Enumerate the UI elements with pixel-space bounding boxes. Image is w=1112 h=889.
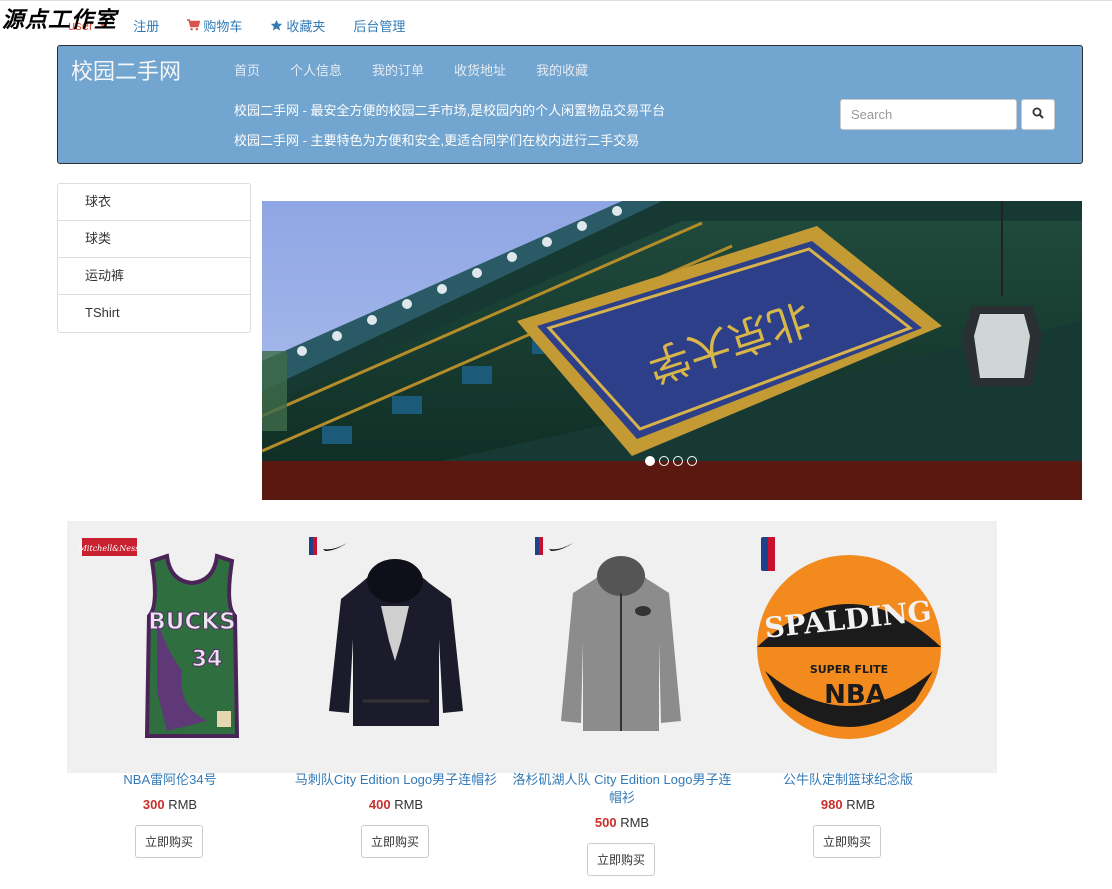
nba-nike-logo xyxy=(309,537,347,555)
search-icon xyxy=(1032,107,1044,122)
nav-address[interactable]: 收货地址 xyxy=(454,60,506,79)
price-currency: RMB xyxy=(394,797,424,812)
buy-now-button[interactable]: 立即购买 xyxy=(587,843,655,876)
nba-logo xyxy=(761,537,775,571)
product-price: 400 RMB xyxy=(283,797,509,812)
search-input[interactable] xyxy=(840,99,1017,130)
product-name[interactable]: NBA雷阿伦34号 xyxy=(57,771,283,789)
category-item[interactable]: 运动裤 xyxy=(58,258,250,295)
star-icon xyxy=(270,19,283,32)
nav-profile[interactable]: 个人信息 xyxy=(290,60,342,79)
ball-logo: NBA xyxy=(824,680,886,710)
product-price: 500 RMB xyxy=(509,815,735,830)
category-item[interactable]: 球类 xyxy=(58,221,250,258)
site-banner: 校园二手网 首页 个人信息 我的订单 收货地址 我的收藏 校园二手网 - 最安全… xyxy=(57,45,1083,164)
favorites-link[interactable]: 收藏夹 xyxy=(270,16,325,35)
carousel-dot[interactable] xyxy=(659,456,669,466)
carousel-dot[interactable] xyxy=(645,456,655,466)
category-item[interactable]: TShirt xyxy=(58,295,250,332)
buy-now-button[interactable]: 立即购买 xyxy=(361,825,429,858)
carousel-dot[interactable] xyxy=(673,456,683,466)
nav-home[interactable]: 首页 xyxy=(234,60,260,79)
price-currency: RMB xyxy=(168,797,198,812)
price-value: 980 xyxy=(820,797,843,812)
jersey-number: 34 xyxy=(192,647,223,672)
product-name[interactable]: 公牛队定制篮球纪念版 xyxy=(735,771,961,789)
top-nav: user 注册 购物车 收藏夹 后台管理 xyxy=(68,12,433,38)
product-image[interactable]: SPALDING SUPER FLITE NBA xyxy=(735,521,961,771)
product-image[interactable] xyxy=(509,521,735,771)
price-value: 300 xyxy=(142,797,165,812)
category-menu: 球衣 球类 运动裤 TShirt xyxy=(57,183,251,333)
favorites-label: 收藏夹 xyxy=(286,18,326,34)
price-value: 500 xyxy=(594,815,617,830)
product-image[interactable]: Mitchell&Ness BUCKS 34 xyxy=(57,521,283,771)
admin-link[interactable]: 后台管理 xyxy=(353,16,405,35)
carousel-dot[interactable] xyxy=(687,456,697,466)
cart-link[interactable]: 购物车 xyxy=(187,16,242,35)
category-item[interactable]: 球衣 xyxy=(58,184,250,221)
price-currency: RMB xyxy=(846,797,876,812)
image-carousel[interactable]: 北京大学 xyxy=(262,201,1082,500)
price-currency: RMB xyxy=(620,815,650,830)
buy-now-button[interactable]: 立即购买 xyxy=(813,825,881,858)
nav-orders[interactable]: 我的订单 xyxy=(372,60,424,79)
register-link[interactable]: 注册 xyxy=(133,16,159,35)
top-divider xyxy=(0,0,1112,1)
watermark: 源点工作室 xyxy=(2,7,118,33)
main-nav: 首页 个人信息 我的订单 收货地址 我的收藏 xyxy=(234,60,618,79)
jersey-text: BUCKS xyxy=(148,609,235,635)
product-name[interactable]: 洛杉矶湖人队 City Edition Logo男子连帽衫 xyxy=(509,771,735,807)
product-price: 980 RMB xyxy=(735,797,961,812)
ball-line: SUPER FLITE xyxy=(810,663,888,676)
buy-now-button[interactable]: 立即购买 xyxy=(135,825,203,858)
register-label: 注册 xyxy=(133,18,160,34)
search-button[interactable] xyxy=(1021,99,1055,130)
product-image[interactable] xyxy=(283,521,509,771)
tagline-secondary: 校园二手网 - 主要特色为方便和安全,更适合同学们在校内进行二手交易 xyxy=(234,133,640,148)
price-value: 400 xyxy=(368,797,391,812)
mitchell-ness-logo: Mitchell&Ness xyxy=(78,544,140,553)
nba-nike-logo xyxy=(535,537,573,555)
admin-label: 后台管理 xyxy=(353,18,406,34)
nav-favorites[interactable]: 我的收藏 xyxy=(536,60,588,79)
carousel-indicators xyxy=(645,456,701,466)
site-brand[interactable]: 校园二手网 xyxy=(71,54,181,86)
cart-label: 购物车 xyxy=(203,18,243,34)
tagline-primary: 校园二手网 - 最安全方便的校园二手市场,是校园内的个人闲置物品交易平台 xyxy=(234,103,666,118)
cart-icon xyxy=(187,19,201,31)
product-price: 300 RMB xyxy=(57,797,283,812)
product-name[interactable]: 马刺队City Edition Logo男子连帽衫 xyxy=(283,771,509,789)
